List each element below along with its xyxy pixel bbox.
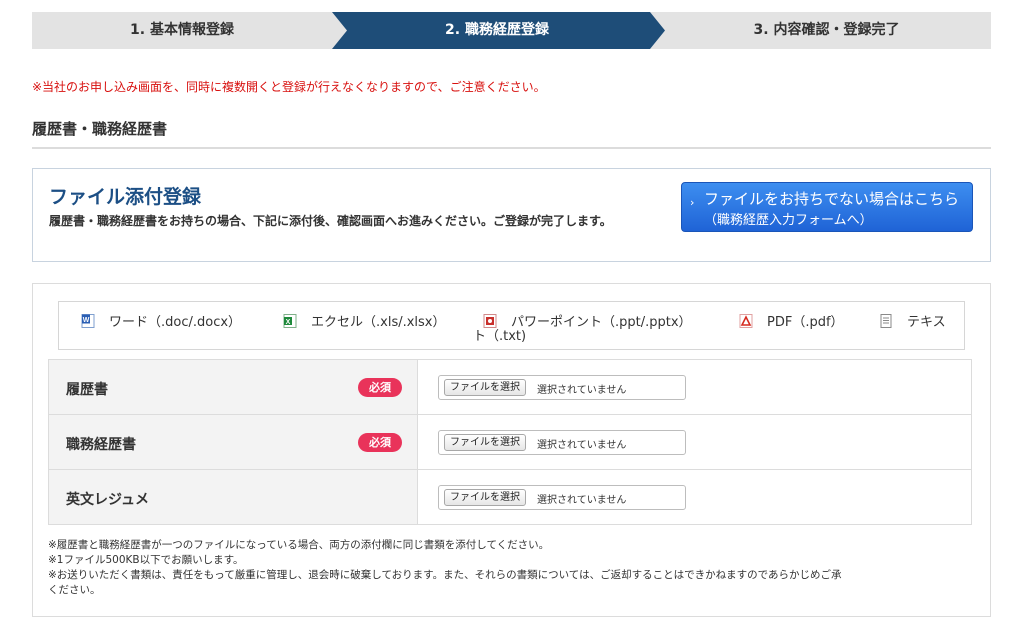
format-pdf-label: PDF（.pdf） xyxy=(767,315,844,330)
upload-heading: ファイル添付登録 xyxy=(49,186,202,208)
career-label-cell: 職務経歴書 必須 xyxy=(48,414,418,470)
row-label: 職務経歴書 xyxy=(66,437,136,453)
format-text-label-continued: ト（.txt) xyxy=(473,329,527,344)
note-line: ※1ファイル500KB以下でお願いします。 xyxy=(48,554,244,566)
step-3: 3. 内容確認・登録完了 xyxy=(662,12,991,49)
warning-notice: ※当社のお申し込み画面を、同時に複数開くと登録が行えなくなりますので、ご注意くだ… xyxy=(32,80,546,94)
note-line: ※お送りいただく書類は、責任をもって厳重に管理し、退会時に破棄しております。また… xyxy=(48,569,842,581)
format-powerpoint-label: パワーポイント（.ppt/.pptx） xyxy=(511,315,692,330)
format-pdf: PDF（.pdf） xyxy=(739,311,844,330)
table-row-english-resume: 英文レジュメ ファイルを選択 選択されていません xyxy=(48,469,972,525)
form-link-line1: ファイルをお持ちでない場合はこちら xyxy=(704,190,960,208)
progress-steps: 1. 基本情報登録 2. 職務経歴登録 3. 内容確認・登録完了 xyxy=(32,12,991,49)
choose-file-button[interactable]: ファイルを選択 xyxy=(444,434,526,451)
file-status: 選択されていません xyxy=(537,385,627,396)
format-word: W ワード（.doc/.docx） xyxy=(81,311,241,330)
format-excel: X エクセル（.xls/.xlsx） xyxy=(283,311,446,330)
format-word-label: ワード（.doc/.docx） xyxy=(109,315,242,330)
file-status: 選択されていません xyxy=(537,495,627,506)
upload-description: 履歴書・職務経歴書をお持ちの場合、下記に添付後、確認画面へお進みください。ご登録… xyxy=(49,214,612,228)
step-1: 1. 基本情報登録 xyxy=(32,12,332,49)
resume-file-input[interactable]: ファイルを選択 選択されていません xyxy=(438,375,686,400)
file-upload-table: 履歴書 必須 ファイルを選択 選択されていません 職務経歴書 必須 ファイルを選… xyxy=(48,359,972,525)
format-text: テキス xyxy=(879,311,946,330)
upload-notes: ※履歴書と職務経歴書が一つのファイルになっている場合、両方の添付欄に同じ書類を添… xyxy=(48,538,972,598)
required-badge: 必須 xyxy=(358,378,402,397)
note-line: ※履歴書と職務経歴書が一つのファイルになっている場合、両方の添付欄に同じ書類を添… xyxy=(48,539,550,551)
row-label: 英文レジュメ xyxy=(66,492,150,508)
supported-formats: W ワード（.doc/.docx） X エクセル（.xls/.xlsx） パワー… xyxy=(58,301,965,350)
file-status: 選択されていません xyxy=(537,440,627,451)
step-2-active: 2. 職務経歴登録 xyxy=(332,12,662,49)
file-upload-intro-box: ファイル添付登録 履歴書・職務経歴書をお持ちの場合、下記に添付後、確認画面へお進… xyxy=(32,168,991,262)
english-resume-input-cell: ファイルを選択 選択されていません xyxy=(417,469,972,525)
note-line: ください。 xyxy=(48,584,101,596)
career-file-input[interactable]: ファイルを選択 選択されていません xyxy=(438,430,686,455)
choose-file-button[interactable]: ファイルを選択 xyxy=(444,489,526,506)
step-2-label: 2. 職務経歴登録 xyxy=(445,22,549,38)
svg-text:W: W xyxy=(83,317,90,324)
pdf-icon xyxy=(739,314,753,328)
english-resume-label-cell: 英文レジュメ xyxy=(48,469,418,525)
format-excel-label: エクセル（.xls/.xlsx） xyxy=(311,315,446,330)
step-1-label: 1. 基本情報登録 xyxy=(130,22,234,38)
chevron-right-icon: › xyxy=(690,196,695,209)
resume-input-cell: ファイルを選択 選択されていません xyxy=(417,359,972,415)
career-input-cell: ファイルを選択 選択されていません xyxy=(417,414,972,470)
step-3-label: 3. 内容確認・登録完了 xyxy=(753,22,900,38)
form-link-line2: （職務経歴入力フォームへ） xyxy=(704,213,873,228)
row-label: 履歴書 xyxy=(66,382,108,398)
word-icon: W xyxy=(81,314,95,328)
format-text-label: テキス xyxy=(907,315,946,330)
excel-icon: X xyxy=(283,314,297,328)
section-title: 履歴書・職務経歴書 xyxy=(32,118,991,149)
resume-label-cell: 履歴書 必須 xyxy=(48,359,418,415)
text-icon xyxy=(880,314,892,328)
table-row-career: 職務経歴書 必須 ファイルを選択 選択されていません xyxy=(48,414,972,470)
table-row-resume: 履歴書 必須 ファイルを選択 選択されていません xyxy=(48,359,972,415)
required-badge: 必須 xyxy=(358,433,402,452)
choose-file-button[interactable]: ファイルを選択 xyxy=(444,379,526,396)
no-file-form-link-button[interactable]: › ファイルをお持ちでない場合はこちら （職務経歴入力フォームへ） xyxy=(681,182,973,232)
svg-text:X: X xyxy=(286,319,291,326)
english-resume-file-input[interactable]: ファイルを選択 選択されていません xyxy=(438,485,686,510)
